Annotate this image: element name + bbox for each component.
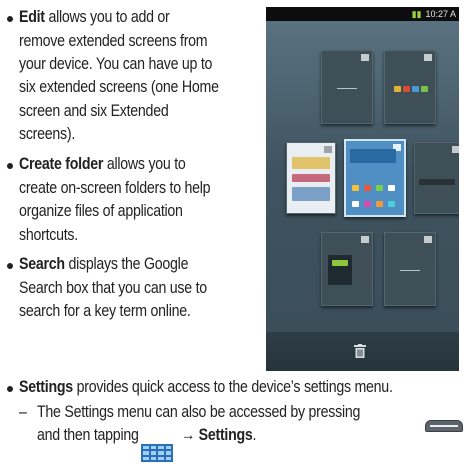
checkbox-icon: [424, 54, 432, 61]
extended-screen-thumb[interactable]: [286, 142, 336, 214]
trash-icon[interactable]: [354, 344, 366, 358]
edit-line-4: six extended screens (one Home: [19, 78, 219, 96]
checkbox-icon: [324, 146, 332, 153]
app-icon: [388, 185, 395, 191]
create-folder-line-2: create on-screen folders to help: [19, 179, 211, 197]
bullet-dot: [7, 386, 13, 392]
checkbox-icon: [452, 146, 459, 153]
phone-screenshot: ▮▮ 10:27 A: [266, 7, 459, 371]
search-line-1: Search displays the Google: [19, 255, 189, 273]
edit-line-1: Edit allows you to add or: [19, 8, 170, 26]
app-icon: [364, 185, 371, 191]
app-icon: [421, 86, 428, 92]
app-icon: [388, 201, 395, 207]
sub-item-dash: –: [19, 403, 27, 421]
edit-line-2: remove extended screens from: [19, 32, 208, 50]
app-icon: [394, 86, 401, 92]
edit-line-5: screen and six Extended: [19, 102, 169, 120]
sub-item-line-1: The Settings menu can also be accessed b…: [37, 403, 361, 421]
app-icon: [352, 201, 359, 207]
create-folder-line-1: Create folder allows you to: [19, 155, 186, 173]
screen-divider: [337, 88, 357, 90]
arrow-glyph: →: [181, 426, 195, 444]
signal-battery-icon: ▮▮: [411, 9, 422, 19]
app-icon: [292, 187, 330, 201]
widget-bar: [419, 179, 455, 185]
create-folder-line-3: organize files of application: [19, 202, 183, 220]
checkbox-icon: [424, 236, 432, 243]
settings-term: Settings: [19, 378, 73, 396]
edit-term: Edit: [19, 8, 45, 26]
edit-line-6: screens).: [19, 125, 76, 143]
extended-screen-thumb[interactable]: [384, 232, 436, 306]
screen-divider: [400, 270, 420, 272]
create-folder-line-4: shortcuts.: [19, 226, 78, 244]
status-bar: ▮▮ 10:27 A: [266, 7, 459, 21]
create-folder-term: Create folder: [19, 155, 104, 173]
app-icon: [412, 86, 419, 92]
search-line-3: search for a key term online.: [19, 302, 191, 320]
widget-preview: [332, 260, 348, 266]
search-line-2: Search box that you can use to: [19, 279, 207, 297]
bullet-dot: [7, 163, 13, 169]
status-clock: 10:27 A: [425, 9, 456, 19]
app-icon: [403, 86, 410, 92]
sub-item-line-2-end: → Settings.: [181, 426, 257, 444]
app-icon: [364, 201, 371, 207]
app-icon: [376, 201, 383, 207]
apps-grid-icon: [141, 444, 173, 462]
app-icon: [292, 157, 330, 169]
app-icon: [376, 185, 383, 191]
app-icon: [292, 174, 330, 182]
extended-screen-thumb[interactable]: [414, 142, 459, 214]
checkbox-icon: [361, 54, 369, 61]
extended-screen-thumb[interactable]: [384, 50, 436, 124]
extended-screen-thumb[interactable]: [321, 50, 373, 124]
menu-key-icon: [425, 420, 463, 432]
sub-item-line-2: and then tapping: [37, 426, 139, 444]
app-icon: [352, 185, 359, 191]
settings-line: Settings provides quick access to the de…: [19, 378, 393, 396]
checkbox-icon: [361, 236, 369, 243]
search-term: Search: [19, 255, 65, 273]
edit-line-3: your device. You can have up to: [19, 55, 213, 73]
clock-widget: [350, 149, 396, 163]
extended-screen-thumb[interactable]: [321, 232, 373, 306]
settings-link-text: Settings: [198, 426, 253, 444]
home-screen-thumb[interactable]: [344, 139, 406, 217]
bullet-dot: [7, 263, 13, 269]
bullet-dot: [7, 16, 13, 22]
